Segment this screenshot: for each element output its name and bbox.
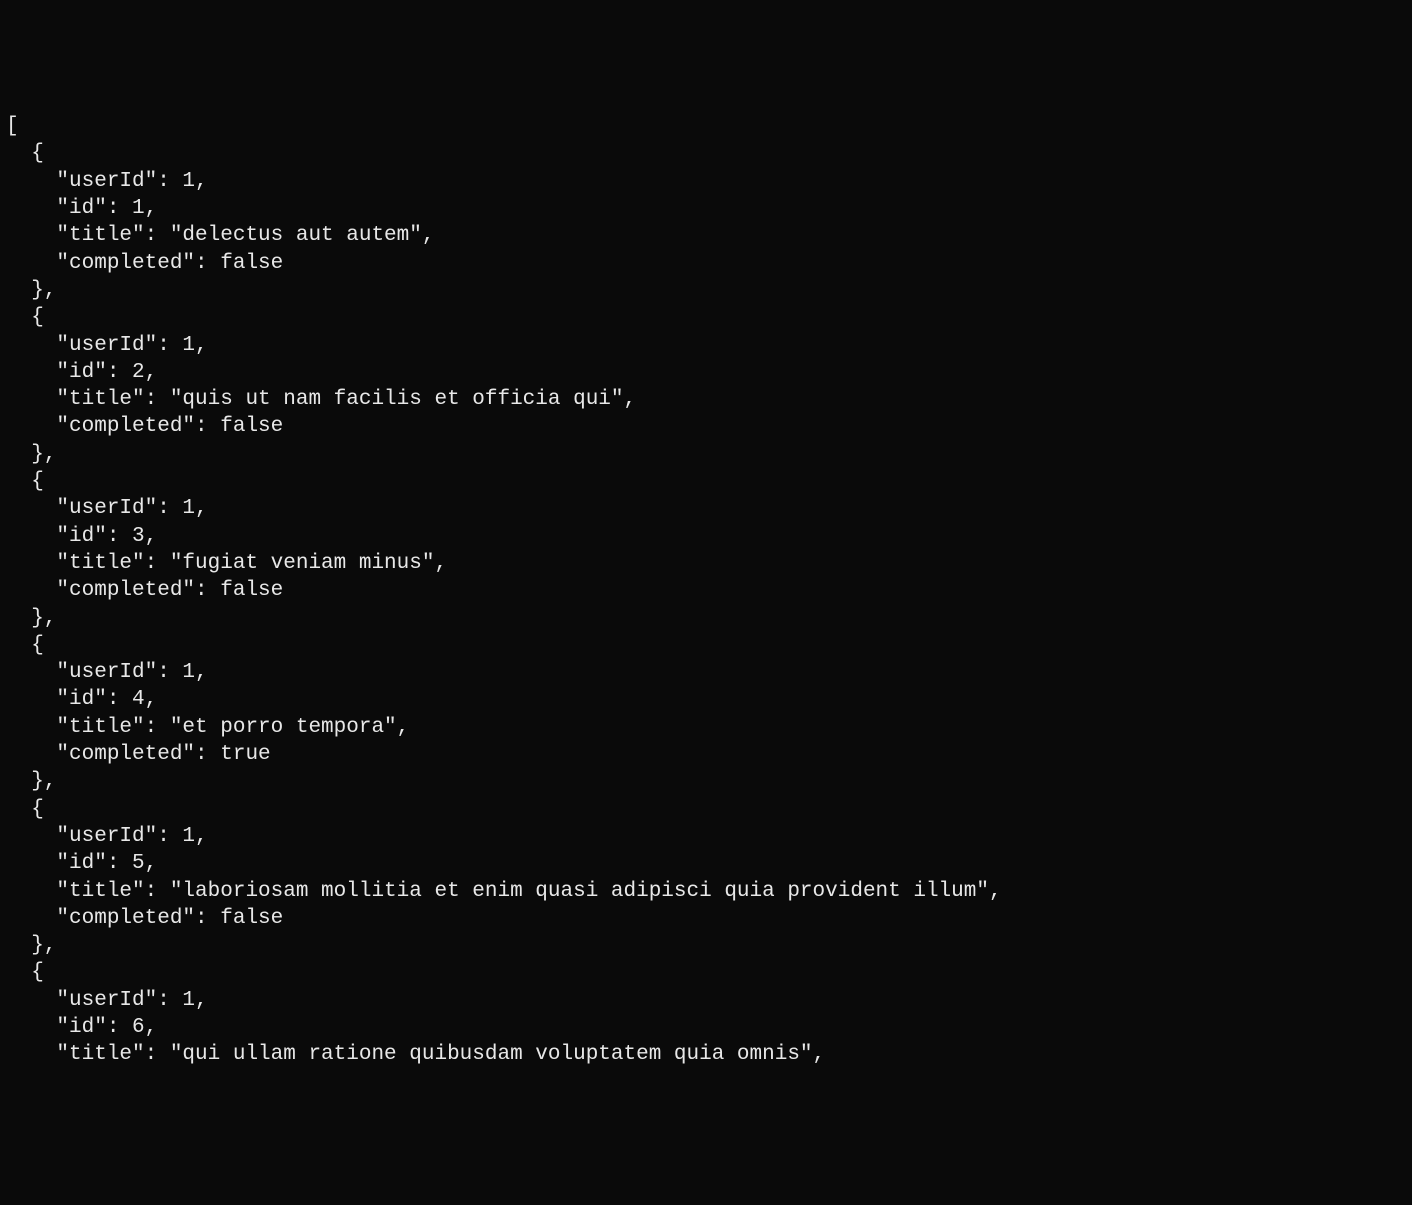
json-response-body: [ { "userId": 1, "id": 1, "title": "dele…: [6, 113, 1406, 1068]
